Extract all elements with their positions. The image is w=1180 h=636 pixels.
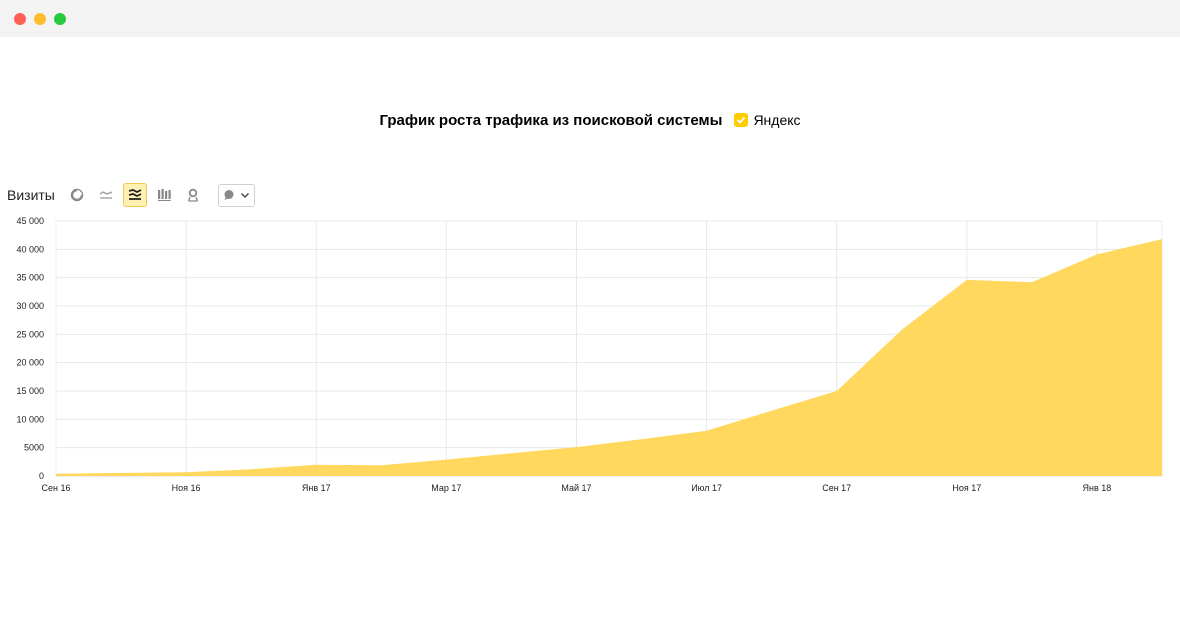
metric-label: Визиты (7, 187, 55, 203)
chart-header: График роста трафика из поисковой систем… (0, 110, 1180, 130)
x-tick-label: Янв 17 (302, 483, 331, 493)
traffic-area-chart: 0 5000 10 000 15 000 20 000 25 000 30 000 35 00… (16, 216, 1165, 493)
y-tick-label: 25 000 (16, 329, 44, 339)
x-tick-label: Мар 17 (431, 483, 461, 493)
maximize-window-button[interactable] (54, 13, 66, 25)
annotations-dropdown[interactable] (217, 183, 255, 207)
legend-item-yandex[interactable]: Яндекс (734, 112, 801, 128)
x-tick-label: Сен 16 (42, 483, 71, 493)
data-point[interactable] (183, 469, 189, 475)
line-chart-icon (99, 191, 113, 199)
data-point[interactable] (118, 470, 124, 476)
y-tick-label: 40 000 (16, 244, 44, 254)
y-tick-label: 30 000 (16, 301, 44, 311)
data-point[interactable] (313, 462, 319, 468)
y-tick-label: 0 (39, 471, 44, 481)
y-tick-label: 20 000 (16, 358, 44, 368)
area-chart-icon (128, 189, 142, 200)
data-point[interactable] (248, 466, 254, 472)
minimize-window-button[interactable] (34, 13, 46, 25)
legend-label: Яндекс (753, 112, 801, 128)
x-tick-label: Ноя 17 (952, 483, 981, 493)
data-point[interactable] (769, 408, 775, 414)
checkbox-checked-icon[interactable] (734, 113, 749, 127)
pie-chart-icon (70, 188, 84, 202)
data-point[interactable] (1094, 251, 1100, 257)
data-point[interactable] (443, 457, 449, 463)
bar-chart-icon (157, 189, 171, 201)
window-title-bar (0, 0, 1180, 37)
x-tick-label: Ноя 16 (172, 483, 201, 493)
data-point[interactable] (53, 471, 59, 477)
data-point[interactable] (899, 327, 905, 333)
data-point[interactable] (573, 444, 579, 450)
y-tick-label: 15 000 (16, 386, 44, 396)
chart-title: График роста трафика из поисковой систем… (379, 111, 723, 129)
series-area-yandex[interactable] (56, 239, 1162, 476)
comment-icon (224, 190, 234, 200)
chart-toolbar: Визиты (7, 182, 255, 208)
y-tick-label: 10 000 (16, 414, 44, 424)
data-point[interactable] (834, 388, 840, 394)
data-point[interactable] (508, 450, 514, 456)
data-point[interactable] (1029, 279, 1035, 285)
x-tick-label: Май 17 (561, 483, 591, 493)
bar-chart-button[interactable] (152, 183, 176, 207)
data-point[interactable] (639, 436, 645, 442)
chevron-down-icon (240, 193, 249, 198)
y-tick-label: 45 000 (16, 216, 44, 226)
data-point[interactable] (378, 462, 384, 468)
y-tick-label: 5000 (24, 443, 44, 453)
map-pin-icon (187, 188, 198, 202)
area-chart-button[interactable] (122, 183, 147, 207)
x-tick-label: Янв 18 (1083, 483, 1112, 493)
data-point[interactable] (704, 428, 710, 434)
close-window-button[interactable] (14, 13, 26, 25)
pie-chart-button[interactable] (65, 183, 89, 207)
map-button[interactable] (181, 183, 205, 207)
x-tick-label: Июл 17 (691, 483, 722, 493)
data-point[interactable] (964, 277, 970, 283)
x-tick-label: Сен 17 (822, 483, 851, 493)
line-chart-button[interactable] (94, 183, 118, 207)
data-point[interactable] (1159, 236, 1165, 242)
y-tick-label: 35 000 (16, 273, 44, 283)
